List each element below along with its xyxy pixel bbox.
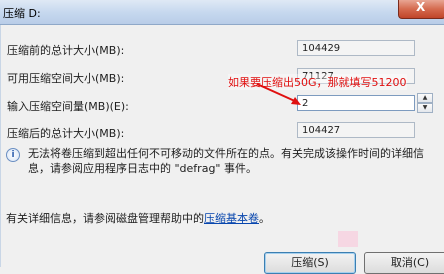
help-link[interactable]: 压缩基本卷 bbox=[204, 212, 259, 225]
spinner-up-icon[interactable]: ▲ bbox=[417, 93, 433, 103]
annotation-arrow-icon bbox=[256, 83, 301, 105]
help-text: 有关详细信息，请参阅磁盘管理帮助中的压缩基本卷。 bbox=[6, 210, 270, 226]
total-before-field: 104429 bbox=[297, 40, 415, 56]
amount-spinner[interactable]: ▲ ▼ bbox=[417, 93, 433, 113]
title-bar: 压缩 D: X bbox=[0, 0, 444, 25]
info-message: 无法将卷压缩到超出任何不可移动的文件所在的点。有关完成该操作时间的详细信息，请参… bbox=[28, 147, 424, 175]
total-after-label: 压缩后的总计大小(MB): bbox=[7, 127, 125, 140]
amount-label: 输入压缩空间量(MB)(E): bbox=[7, 100, 129, 113]
close-icon: X bbox=[416, 0, 426, 14]
close-button[interactable]: X bbox=[398, 0, 444, 19]
spinner-down-icon[interactable]: ▼ bbox=[417, 103, 433, 113]
total-before-label: 压缩前的总计大小(MB): bbox=[7, 44, 125, 57]
help-suffix: 。 bbox=[259, 212, 270, 225]
cancel-button[interactable]: 取消(C) bbox=[364, 252, 444, 274]
amount-input[interactable]: 2 bbox=[297, 95, 415, 111]
info-icon: i bbox=[6, 148, 20, 162]
total-after-field: 104427 bbox=[297, 122, 415, 138]
available-label: 可用压缩空间大小(MB): bbox=[7, 72, 125, 85]
shrink-button[interactable]: 压缩(S) bbox=[264, 252, 356, 274]
decorative-block bbox=[338, 231, 358, 247]
help-prefix: 有关详细信息，请参阅磁盘管理帮助中的 bbox=[6, 212, 204, 225]
window-title: 压缩 D: bbox=[3, 7, 41, 20]
